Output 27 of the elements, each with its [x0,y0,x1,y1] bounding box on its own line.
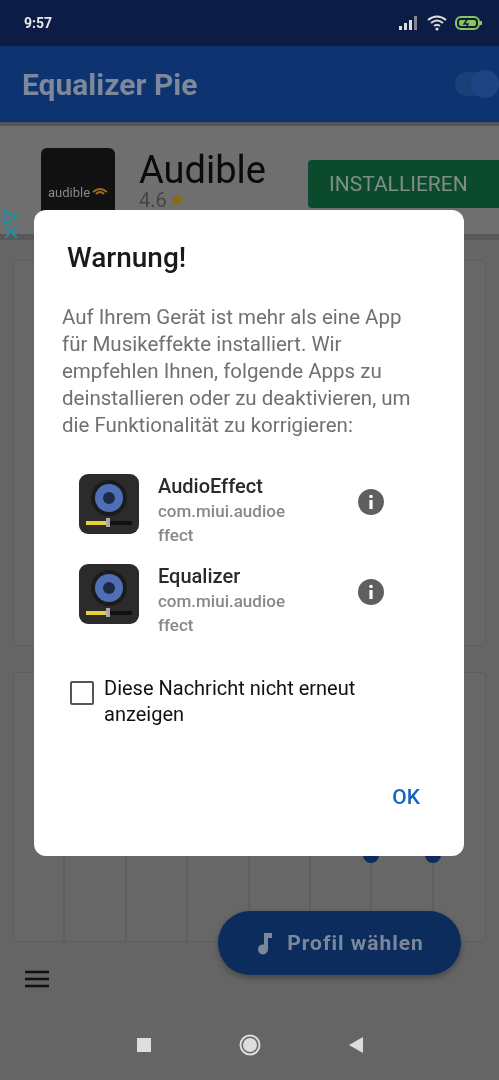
music-note-icon [255,931,274,955]
app-package: com.miui.audioeffect [158,500,286,547]
battery-charging-icon [455,16,483,30]
star-icon [168,192,185,208]
status-time: 9:57 [24,15,53,31]
checkbox-label: Diese Nachricht nicht erneut anzeigen [104,675,357,727]
back-icon[interactable] [348,1037,363,1053]
signal-icon [399,16,419,30]
info-icon[interactable] [358,489,384,515]
ok-button[interactable]: OK [388,781,424,813]
checkbox[interactable] [70,681,94,705]
info-icon[interactable] [358,579,384,605]
ad-app-name: Audible [139,148,266,192]
app-name: AudioEffect [158,473,264,499]
dialog-title: Warnung! [67,240,188,276]
app-name: Equalizer [158,563,242,589]
menu-icon[interactable] [24,970,50,988]
wifi-icon [427,15,447,31]
speaker-app-icon [78,473,140,535]
install-button[interactable]: INSTALLIEREN [308,160,499,208]
app-title: Equalizer Pie [22,66,198,102]
app-package: com.miui.audioeffect [158,590,286,637]
speaker-app-icon [78,563,140,625]
recents-icon[interactable] [136,1038,151,1052]
home-icon[interactable] [238,1034,261,1056]
profile-button[interactable]: Profil wählen [218,911,461,975]
dialog-message: Auf Ihrem Gerät ist mehr als eine App für Musikeffekte installiert. Wir empfehlen Ihnen, folgende Apps zu deinstallieren oder zu deaktivieren, um die Funktionalität zu korrigieren: [62,304,412,439]
